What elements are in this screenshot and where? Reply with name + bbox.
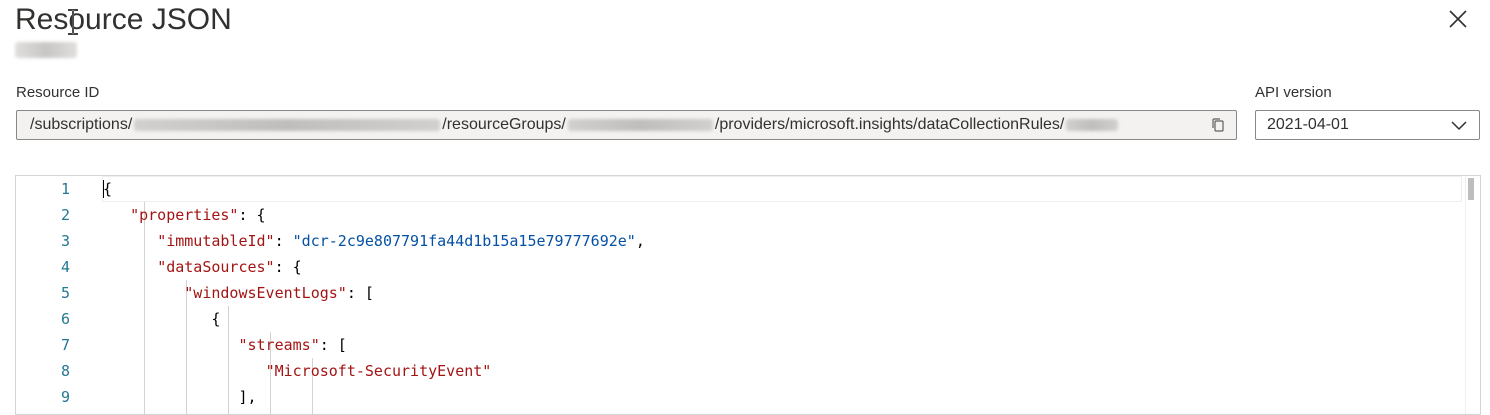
resource-id-segment-providers: /providers/microsoft.insights/dataCollec… [714,116,1065,133]
code-text: ], [238,388,257,406]
line-number: 7 [60,336,70,354]
code-line-2: 2 "properties": { [16,202,1462,228]
code-text: "properties": { [130,206,266,224]
close-button[interactable] [1445,6,1471,32]
code-text: "windowsEventLogs": [ [184,284,374,302]
resource-id-field[interactable]: /subscriptions/ /resourceGroups/ /provider… [16,110,1237,140]
chevron-down-icon [1451,121,1467,131]
code-text: "immutableId": "dcr-2c9e807791fa44d1b15a… [157,232,645,250]
code-text: "Microsoft-SecurityEvent" [265,362,492,380]
line-number: 1 [60,180,70,198]
api-version-label: API version [1255,84,1332,101]
i-beam-cursor-icon [68,9,78,35]
editor-scrollbar[interactable] [1465,176,1480,414]
line-number: 4 [60,258,70,276]
page-subtitle-redacted [15,42,77,58]
code-text: "dataSources": { [157,258,302,276]
resource-id-segment-resource-groups: /resourceGroups/ [442,116,566,133]
redacted-resource-group [567,118,713,131]
redacted-rule-name [1066,118,1119,131]
code-line-5: 5 "windowsEventLogs": [ [16,280,1462,306]
scrollbar-thumb[interactable] [1468,178,1474,200]
line-number: 6 [60,310,70,328]
close-icon [1449,10,1467,28]
api-version-dropdown[interactable]: 2021-04-01 [1255,110,1480,140]
code-line-8: 8 "Microsoft-SecurityEvent" [16,358,1462,384]
code-text: { [103,180,113,198]
code-text: { [211,310,221,328]
line-number: 2 [60,206,70,224]
line-number: 5 [60,284,70,302]
line-number: 3 [60,232,70,250]
text-caret [103,180,104,198]
api-version-value: 2021-04-01 [1267,116,1349,133]
json-editor[interactable]: 1 { 2 "properties": { 3 "immutableId": "… [15,175,1481,415]
code-text: "streams": [ [238,336,347,354]
line-number: 8 [60,362,70,380]
copy-icon[interactable] [1210,117,1226,133]
code-line-3: 3 "immutableId": "dcr-2c9e807791fa44d1b1… [16,228,1462,254]
code-line-9: 9 ], [16,384,1462,410]
line-number: 9 [60,388,70,406]
code-line-6: 6 { [16,306,1462,332]
code-line-1: 1 { [16,176,1462,202]
code-line-7: 7 "streams": [ [16,332,1462,358]
page-title: Resource JSON [15,3,232,36]
resource-id-segment-subscriptions: /subscriptions/ [30,116,133,133]
redacted-subscription-id [134,118,441,131]
resource-id-label: Resource ID [16,84,100,101]
code-line-4: 4 "dataSources": { [16,254,1462,280]
